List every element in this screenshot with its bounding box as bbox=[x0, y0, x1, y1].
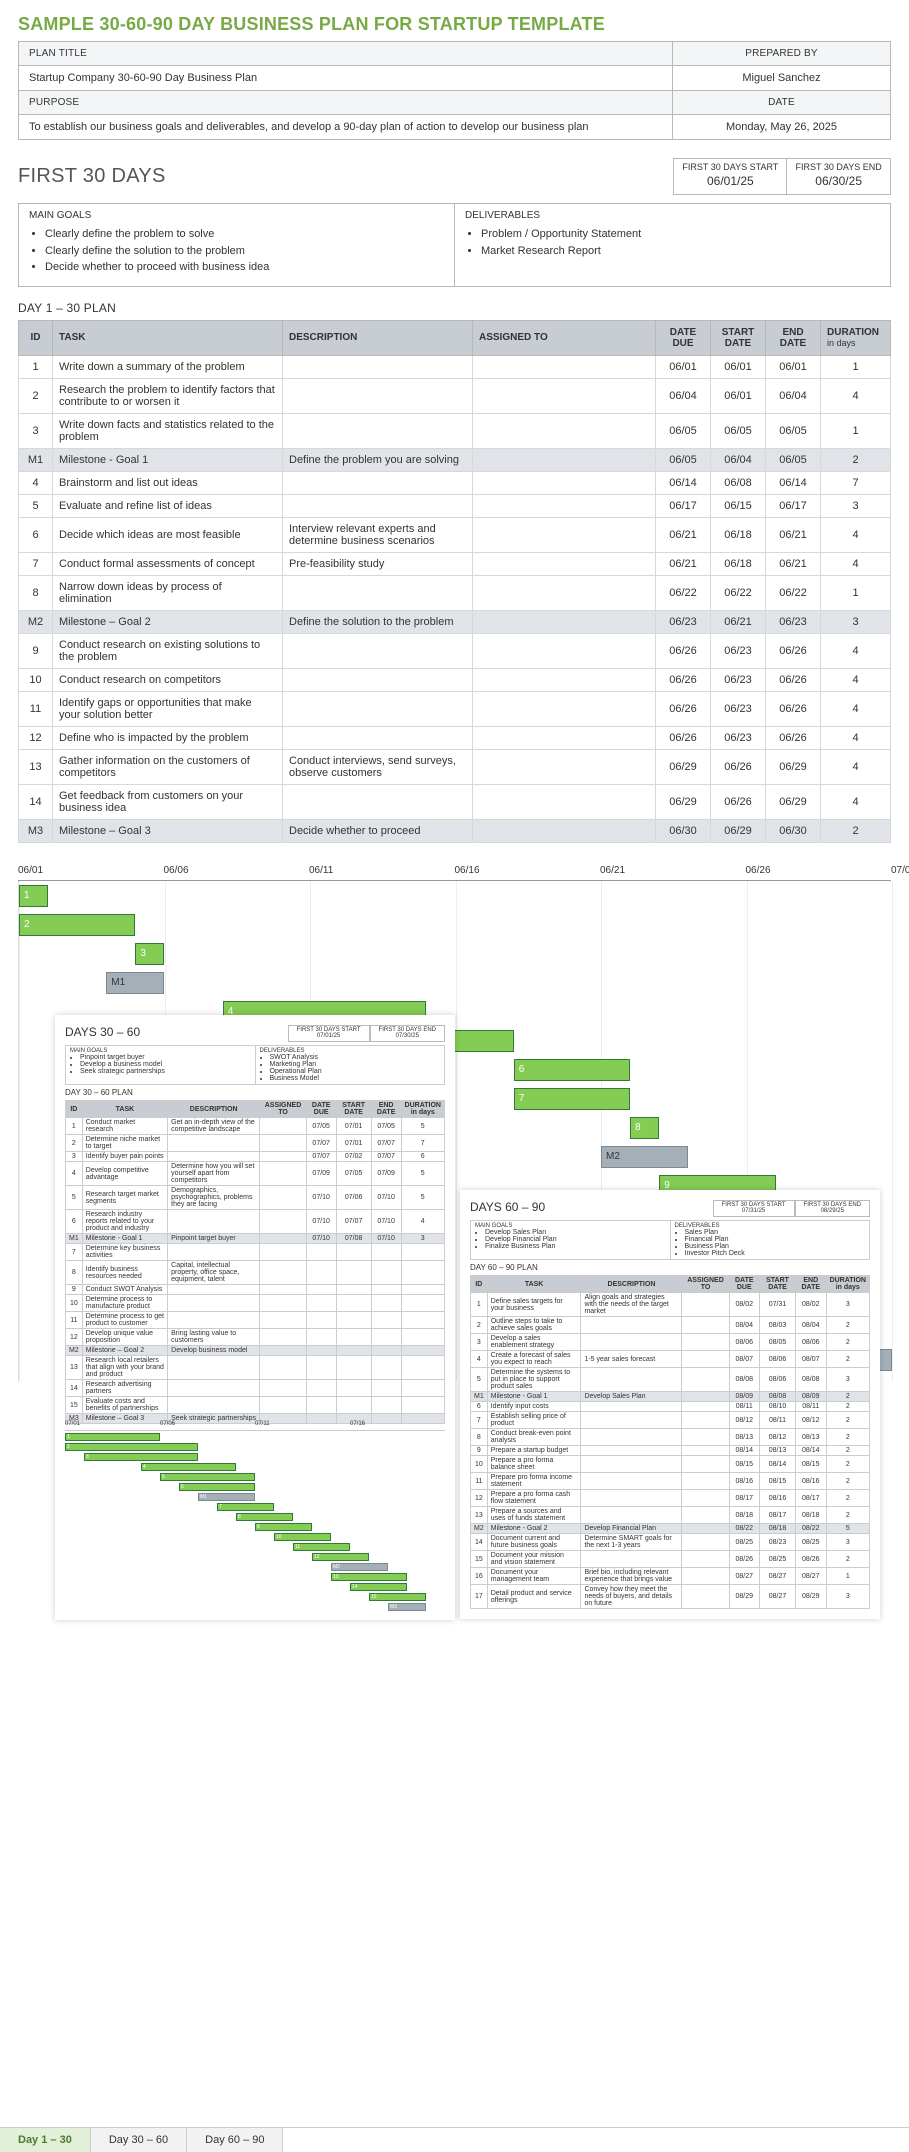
gantt-bar: M2 bbox=[601, 1146, 688, 1168]
deliverable-item: Problem / Opportunity Statement bbox=[481, 226, 880, 243]
plan-title-label: PLAN TITLE bbox=[19, 42, 673, 66]
days-30-60-overlay: DAYS 30 – 60 FIRST 30 DAYS START07/01/25… bbox=[55, 1015, 455, 1620]
first-30-start-label: FIRST 30 DAYS START bbox=[674, 159, 786, 172]
table-row: 7Conduct formal assessments of conceptPr… bbox=[19, 552, 891, 575]
days-30-60-heading: DAYS 30 – 60 bbox=[65, 1025, 288, 1039]
col-start-date: START DATE bbox=[711, 320, 766, 355]
plan-table: ID TASK DESCRIPTION ASSIGNED TO DATE DUE… bbox=[18, 320, 891, 843]
deliverables-list: Problem / Opportunity StatementMarket Re… bbox=[481, 226, 880, 259]
gantt-tick: 06/21 bbox=[600, 861, 746, 880]
col-task: TASK bbox=[53, 320, 283, 355]
first-30-end-value: 06/30/25 bbox=[787, 172, 890, 194]
gantt-tick: 06/11 bbox=[309, 861, 455, 880]
table-row: 1Write down a summary of the problem06/0… bbox=[19, 355, 891, 378]
goal-item: Clearly define the problem to solve bbox=[45, 226, 444, 243]
goals-deliverables-panel: MAIN GOALS Clearly define the problem to… bbox=[18, 203, 891, 287]
gantt-tick: 06/01 bbox=[18, 861, 164, 880]
first-30-end-box: FIRST 30 DAYS END 06/30/25 bbox=[787, 158, 891, 195]
first-30-start-box: FIRST 30 DAYS START 06/01/25 bbox=[673, 158, 787, 195]
gantt-bar: 6 bbox=[514, 1059, 630, 1081]
tab-day-30-60[interactable]: Day 30 – 60 bbox=[91, 2128, 187, 2152]
goal-item: Clearly define the solution to the probl… bbox=[45, 243, 444, 260]
prepared-by-value: Miguel Sanchez bbox=[673, 66, 891, 91]
table-row: 9Conduct research on existing solutions … bbox=[19, 633, 891, 668]
table-row: 8Narrow down ideas by process of elimina… bbox=[19, 575, 891, 610]
table-row: 14Get feedback from customers on your bu… bbox=[19, 784, 891, 819]
table-row: 2Research the problem to identify factor… bbox=[19, 378, 891, 413]
table-row: 3Write down facts and statistics related… bbox=[19, 413, 891, 448]
col-date-due: DATE DUE bbox=[656, 320, 711, 355]
day-1-30-plan-label: DAY 1 – 30 PLAN bbox=[18, 301, 891, 315]
col-duration: DURATIONin days bbox=[821, 320, 891, 355]
table-row: M1Milestone - Goal 1Define the problem y… bbox=[19, 448, 891, 471]
goals-list: Clearly define the problem to solveClear… bbox=[45, 226, 444, 276]
deliverable-item: Market Research Report bbox=[481, 243, 880, 260]
table-row: 5Evaluate and refine list of ideas06/170… bbox=[19, 494, 891, 517]
table-row: 13Gather information on the customers of… bbox=[19, 749, 891, 784]
gantt-tick: 06/16 bbox=[455, 861, 601, 880]
purpose-value: To establish our business goals and deli… bbox=[19, 115, 673, 140]
prepared-by-label: PREPARED BY bbox=[673, 42, 891, 66]
purpose-label: PURPOSE bbox=[19, 91, 673, 115]
tab-day-60-90[interactable]: Day 60 – 90 bbox=[187, 2128, 283, 2152]
date-value: Monday, May 26, 2025 bbox=[673, 115, 891, 140]
sheet-tabs: Day 1 – 30 Day 30 – 60 Day 60 – 90 bbox=[0, 2127, 909, 2152]
date-label: DATE bbox=[673, 91, 891, 115]
plan-title-value: Startup Company 30-60-90 Day Business Pl… bbox=[19, 66, 673, 91]
first-30-end-label: FIRST 30 DAYS END bbox=[787, 159, 890, 172]
gantt-bar: 7 bbox=[514, 1088, 630, 1110]
gantt-bar: 1 bbox=[19, 885, 48, 907]
table-row: M2Milestone – Goal 2Define the solution … bbox=[19, 610, 891, 633]
table-row: 6Decide which ideas are most feasibleInt… bbox=[19, 517, 891, 552]
gantt-bar: M1 bbox=[106, 972, 164, 994]
table-row: 11Identify gaps or opportunities that ma… bbox=[19, 691, 891, 726]
col-end-date: END DATE bbox=[766, 320, 821, 355]
main-goals-label: MAIN GOALS bbox=[29, 210, 444, 221]
gantt-bar: 8 bbox=[630, 1117, 659, 1139]
deliverables-label: DELIVERABLES bbox=[465, 210, 880, 221]
table-row: 12Define who is impacted by the problem0… bbox=[19, 726, 891, 749]
meta-table: PLAN TITLE PREPARED BY Startup Company 3… bbox=[18, 41, 891, 140]
gantt-tick: 06/06 bbox=[164, 861, 310, 880]
gantt-bar: 2 bbox=[19, 914, 135, 936]
goal-item: Decide whether to proceed with business … bbox=[45, 259, 444, 276]
first-30-days-heading: FIRST 30 DAYS bbox=[18, 165, 673, 188]
tab-day-1-30[interactable]: Day 1 – 30 bbox=[0, 2128, 91, 2152]
col-id: ID bbox=[19, 320, 53, 355]
first-30-start-value: 06/01/25 bbox=[674, 172, 786, 194]
col-description: DESCRIPTION bbox=[283, 320, 473, 355]
table-row: M3Milestone – Goal 3Decide whether to pr… bbox=[19, 819, 891, 842]
document-title: SAMPLE 30-60-90 DAY BUSINESS PLAN FOR ST… bbox=[18, 14, 891, 35]
col-assigned-to: ASSIGNED TO bbox=[473, 320, 656, 355]
table-row: 10Conduct research on competitors06/2606… bbox=[19, 668, 891, 691]
gantt-bar: 3 bbox=[135, 943, 164, 965]
days-60-90-overlay: DAYS 60 – 90 FIRST 30 DAYS START07/31/25… bbox=[460, 1190, 880, 1619]
table-row: 4Brainstorm and list out ideas06/1406/08… bbox=[19, 471, 891, 494]
days-60-90-heading: DAYS 60 – 90 bbox=[470, 1200, 713, 1214]
gantt-tick: 06/26 bbox=[746, 861, 892, 880]
